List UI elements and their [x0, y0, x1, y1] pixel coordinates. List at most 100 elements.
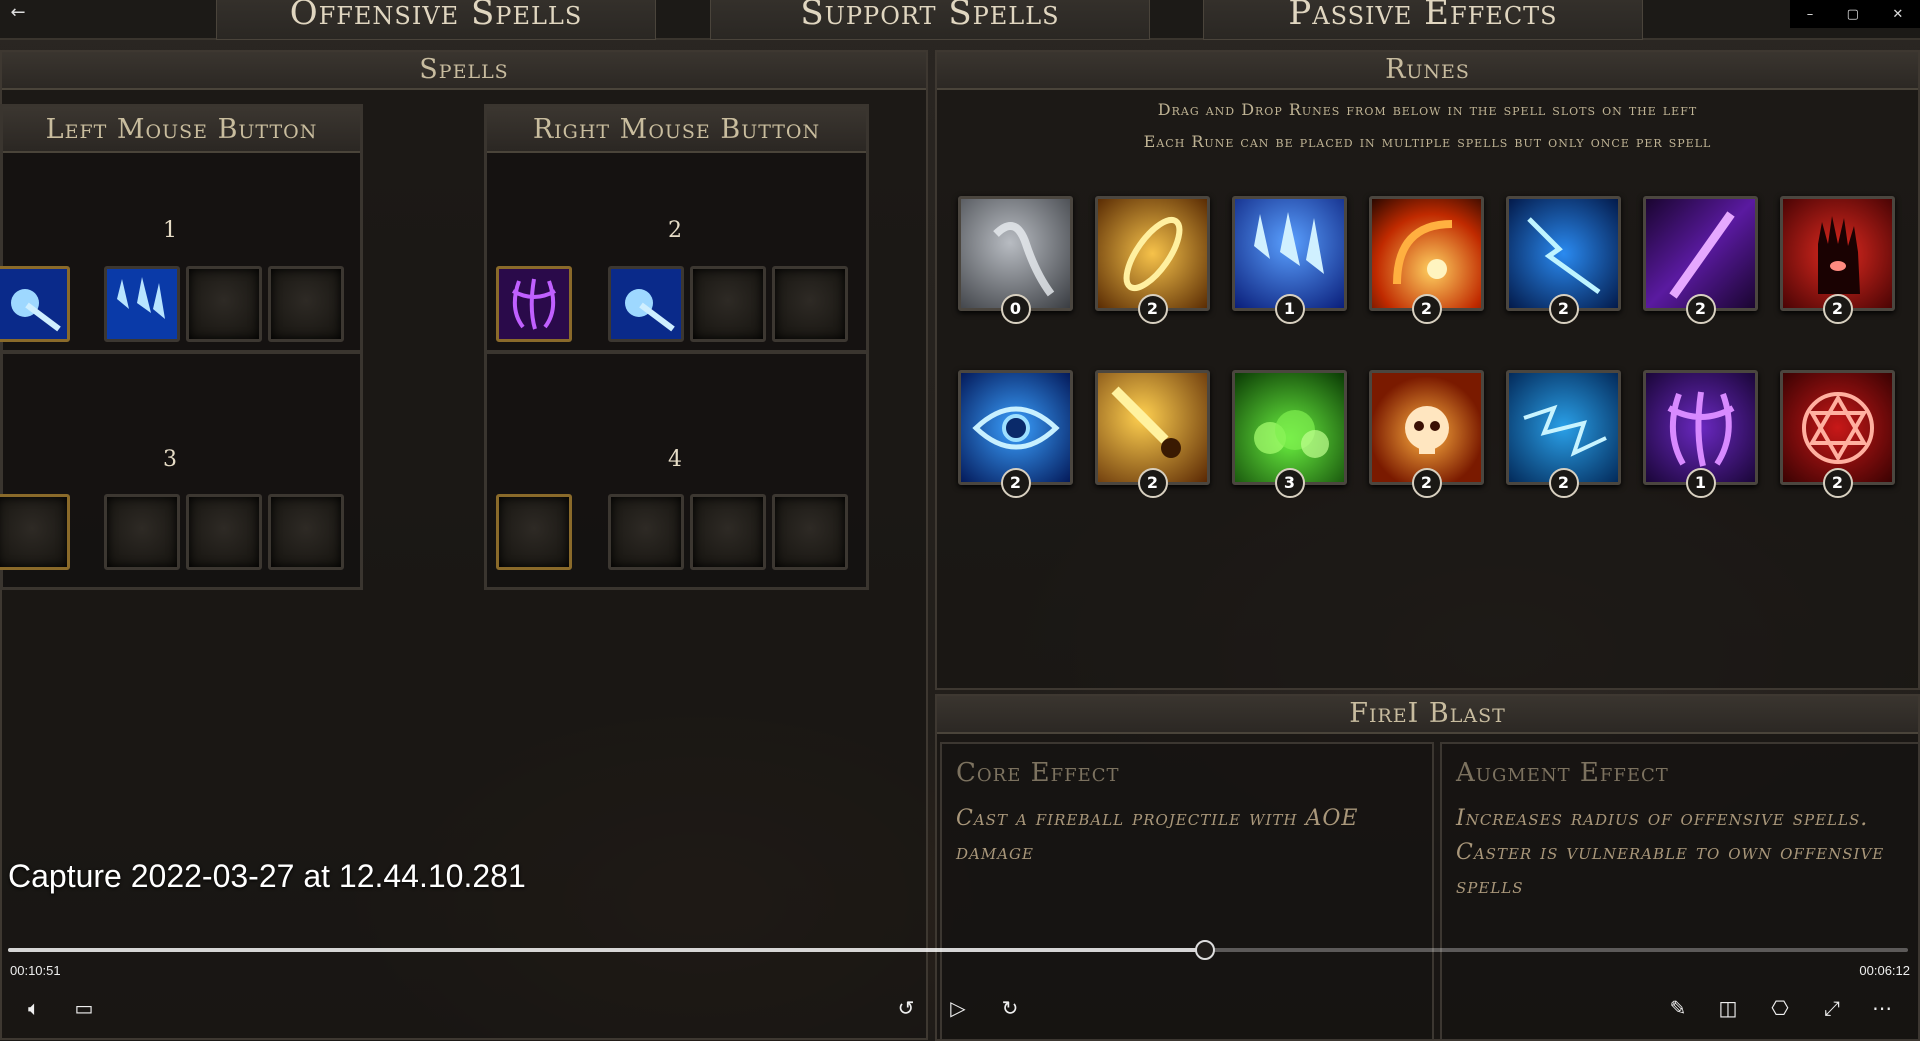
rune-count-badge: 2: [1822, 468, 1853, 498]
back-arrow-icon: ←: [10, 2, 26, 23]
rune-storm-vortex[interactable]: 2: [1506, 370, 1621, 498]
runes-hint-line-1: Drag and Drop Runes from below in the sp…: [1157, 100, 1698, 119]
rune-count-badge: 2: [1548, 468, 1579, 498]
eye-icon: [971, 406, 1060, 449]
back-button[interactable]: ←: [0, 0, 36, 26]
storm-icon: [1522, 404, 1607, 457]
skip-back-button[interactable]: ↺: [888, 993, 924, 1023]
subtitles-button[interactable]: ▭: [66, 993, 102, 1023]
slot-number: 4: [668, 447, 682, 472]
spell-slot-core[interactable]: [0, 266, 70, 342]
rune-void-tentacles[interactable]: 1: [1643, 370, 1758, 498]
rune-count-badge: 2: [1411, 294, 1442, 324]
cast-button[interactable]: ⎔: [1762, 993, 1798, 1023]
meteor-icon: [1110, 385, 1181, 458]
spell-slot-augment[interactable]: [104, 266, 180, 342]
spell-slot-augment[interactable]: [186, 266, 262, 342]
spell-slot-core[interactable]: [496, 266, 572, 342]
void-tentacles-icon: [1667, 391, 1734, 467]
spell-slot-core[interactable]: [0, 494, 70, 570]
skull-icon: [1404, 405, 1449, 454]
slot-number: 2: [668, 218, 682, 243]
rune-count-badge: 2: [1685, 294, 1716, 324]
spell-slot-augment[interactable]: [772, 494, 848, 570]
spell-slot-augment[interactable]: [608, 266, 684, 342]
rune-void-beam[interactable]: 2: [1643, 196, 1758, 324]
spell-slot-augment[interactable]: [772, 266, 848, 342]
skip-forward-button[interactable]: ↻: [992, 993, 1028, 1023]
void-beam-icon: [1668, 210, 1735, 299]
maximize-button[interactable]: ▢: [1847, 7, 1859, 22]
lightning-icon: [1526, 216, 1600, 294]
core-effect-text: Cast a fireball projectile with AOE dama…: [956, 806, 1359, 865]
rune-count-badge: 2: [1000, 468, 1031, 498]
spell-slot-core[interactable]: [496, 494, 572, 570]
augment-effect-title: Augment Effect: [1456, 758, 1669, 788]
rune-count-badge: 2: [1411, 468, 1442, 498]
captions-icon: ▭: [74, 996, 94, 1020]
spell-slot-augment[interactable]: [690, 266, 766, 342]
slot-number: 3: [163, 447, 177, 472]
mini-view-button[interactable]: ◫: [1710, 993, 1746, 1023]
rune-poison-cloud[interactable]: 3: [1232, 370, 1347, 498]
ghost-wisp-icon: [992, 221, 1054, 296]
play-button[interactable]: ▷: [940, 993, 976, 1023]
cast-icon: ⎔: [1771, 996, 1789, 1020]
rune-count-badge: 2: [1548, 294, 1579, 324]
forward-icon: ↻: [1001, 996, 1019, 1020]
runes-hint-line-2: Each Rune can be placed in multiple spel…: [1143, 132, 1712, 151]
fullscreen-button[interactable]: ⤢: [1814, 993, 1850, 1023]
runes-panel-title: Runes: [937, 52, 1918, 90]
spell-slot-augment[interactable]: [268, 494, 344, 570]
rune-count-badge: 2: [1137, 294, 1168, 324]
ice-shards-icon: [1253, 211, 1324, 274]
spell-slot-augment[interactable]: [608, 494, 684, 570]
rune-ghost-wisp[interactable]: 0: [958, 196, 1073, 324]
spell-slot-augment[interactable]: [268, 266, 344, 342]
minimize-button[interactable]: –: [1807, 7, 1814, 22]
rune-fire-blast[interactable]: 2: [1369, 196, 1484, 324]
blood-hand-icon: [1817, 215, 1860, 294]
slot-divider: [487, 350, 867, 354]
augment-effect-text: Increases radius of offensive spells. Ca…: [1456, 806, 1885, 899]
seek-bar[interactable]: [8, 940, 1908, 960]
volume-button[interactable]: 🔈︎: [16, 993, 52, 1023]
tab-passive-effects[interactable]: Passive Effects: [1203, 0, 1643, 40]
rune-meteor-strike[interactable]: 2: [1095, 370, 1210, 498]
volume-icon: 🔈︎: [28, 996, 40, 1020]
spell-slot-augment[interactable]: [690, 494, 766, 570]
rune-golden-slash[interactable]: 2: [1095, 196, 1210, 324]
rune-count-badge: 3: [1274, 468, 1305, 498]
rune-blood-hand[interactable]: 2: [1780, 196, 1895, 324]
rune-ice-shards[interactable]: 1: [1232, 196, 1347, 324]
core-effect-title: Core Effect: [956, 758, 1120, 788]
close-button[interactable]: ✕: [1892, 7, 1903, 22]
ice-shards-icon: [107, 269, 177, 339]
mini-player-icon: ◫: [1718, 996, 1738, 1020]
pencil-icon: ✎: [1669, 996, 1687, 1020]
spell-slot-augment[interactable]: [104, 494, 180, 570]
edit-button[interactable]: ✎: [1660, 993, 1696, 1023]
rune-fire-skull[interactable]: 2: [1369, 370, 1484, 498]
fullscreen-icon: ⤢: [1824, 996, 1840, 1020]
seek-thumb[interactable]: [1195, 940, 1215, 960]
more-icon: ⋯: [1872, 996, 1892, 1020]
right-mouse-title: Right Mouse Button: [487, 107, 866, 153]
video-title: Capture 2022-03-27 at 12.44.10.281: [8, 858, 526, 894]
rewind-icon: ↺: [897, 996, 915, 1020]
time-remaining: 00:06:12: [1859, 963, 1910, 978]
play-icon: ▷: [950, 996, 966, 1020]
spell-slot-augment[interactable]: [186, 494, 262, 570]
left-mouse-title: Left Mouse Button: [3, 107, 360, 153]
void-tentacles-icon: [499, 269, 569, 339]
rune-lightning[interactable]: 2: [1506, 196, 1621, 324]
rune-count-badge: 1: [1274, 294, 1305, 324]
rune-hexagram[interactable]: 2: [1780, 370, 1895, 498]
rune-count-badge: 0: [1000, 294, 1031, 324]
tab-support-spells[interactable]: Support Spells: [710, 0, 1150, 40]
rune-arcane-eye[interactable]: 2: [958, 370, 1073, 498]
more-button[interactable]: ⋯: [1864, 993, 1900, 1023]
tab-offensive-spells[interactable]: Offensive Spells: [216, 0, 656, 40]
slot-divider: [0, 350, 360, 354]
poison-cloud-icon: [1253, 409, 1329, 458]
